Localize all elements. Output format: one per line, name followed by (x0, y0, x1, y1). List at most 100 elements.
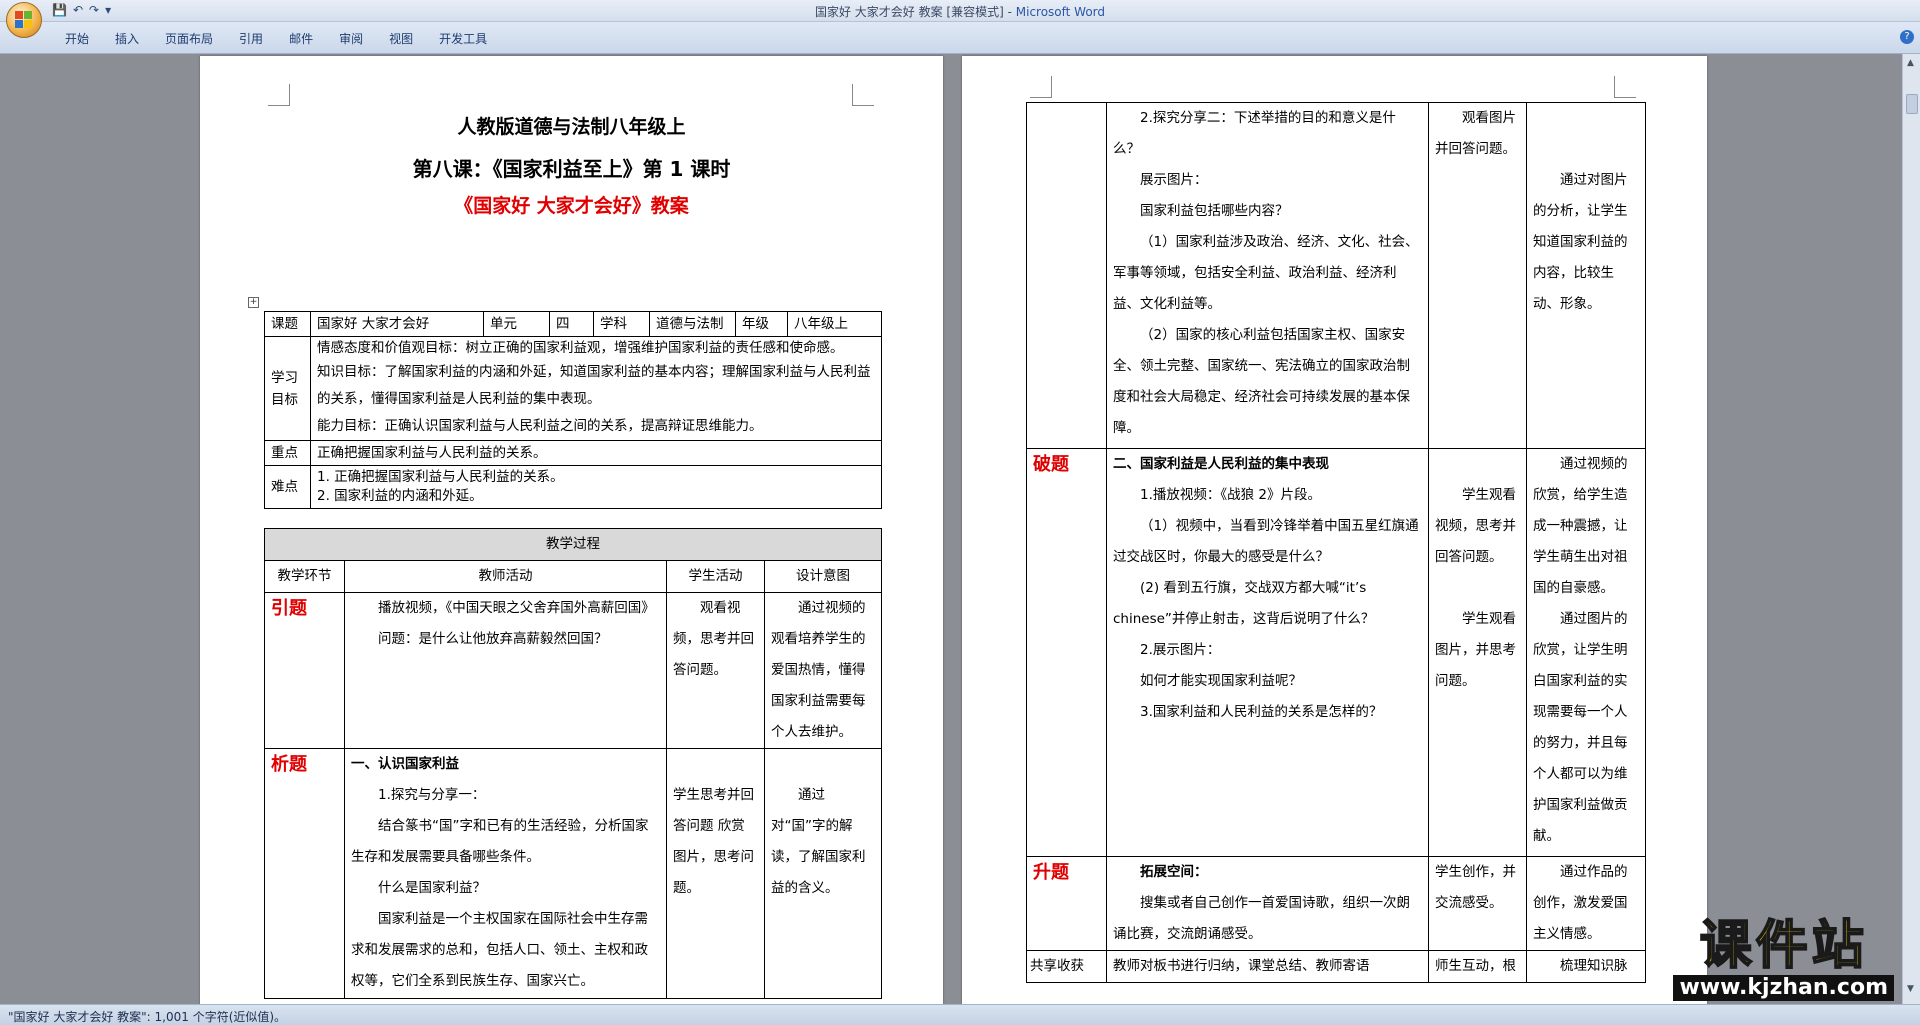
doc-heading-2: 第八课：《国家利益至上》第 1 课时 (412, 157, 731, 181)
stage-intro-student: 观看视频，思考并回答问题。 (666, 592, 765, 749)
student-line: 学生观看图片，并思考问题。 (1435, 611, 1516, 689)
goals-cell: 情感态度和价值观目标：树立正确的国家利益观，增强维护国家利益的责任感和使命感。 … (310, 336, 882, 441)
label-subject: 学科 (593, 311, 650, 337)
intent-line: 通过视频的欣赏，给学生造成一种震撼，让学生萌生出对祖国的自豪感。 (1533, 456, 1628, 596)
watermark-url: www.kjzhan.com (1673, 975, 1894, 1001)
student-line: 学生观看视频，思考并回答问题。 (1435, 487, 1516, 565)
watermark-text: 课件站 (1699, 916, 1868, 976)
p2-cont-intent: 通过对图片的分析，让学生知道国家利益的内容，比较生动、形象。 (1526, 102, 1646, 449)
minimize-button[interactable] (1828, 0, 1858, 20)
stage-break-intent: 通过视频的欣赏，给学生造成一种震撼，让学生萌生出对祖国的自豪感。 通过图片的欣赏… (1526, 448, 1646, 857)
crop-mark (268, 84, 290, 106)
vertical-scrollbar[interactable]: ▲ ▼ (1902, 54, 1920, 1004)
label-unit: 单元 (483, 311, 550, 337)
teacher-line: （1）视频中，当看到冷锋举着中国五星红旗通过交战区时，你最大的感受是什么？ (1113, 518, 1419, 565)
label-key-point: 重点 (264, 440, 311, 466)
office-logo-icon (15, 11, 33, 29)
label-topic: 课题 (264, 311, 311, 337)
teacher-line: 国家利益包括哪些内容？ (1140, 203, 1289, 219)
teacher-title: 拓展空间： (1140, 864, 1208, 880)
doc-heading-3: 《国家好 大家才会好》教案 (454, 195, 689, 217)
doc-heading-1: 人教版道德与法制八年级上 (457, 116, 686, 138)
teacher-line: 1.探究与分享一： (378, 787, 486, 803)
maximize-button[interactable] (1858, 0, 1888, 20)
teaching-process-table-cont: 2.探究分享二：下述举措的目的和意义是什么？ 展示图片： 国家利益包括哪些内容？… (1026, 102, 1646, 983)
stage-intro-intent: 通过视频的观看培养学生的爱国热情，懂得国家利益需要每个人去维护。 (764, 592, 882, 749)
value-subject: 道德与法制 (649, 311, 736, 337)
col-intent: 设计意图 (764, 560, 882, 593)
process-header: 教学过程 (264, 528, 882, 561)
teacher-line: 结合篆书“国”字和已有的生活经验，分析国家生存和发展需要具备哪些条件。 (351, 818, 649, 865)
teacher-line: 展示图片： (1140, 172, 1208, 188)
teacher-title: 二、国家利益是人民利益的集中表现 (1113, 456, 1329, 472)
teaching-process-table: 教学过程 教学环节 教师活动 学生活动 设计意图 引题 播放视频，《中国天眼之父… (264, 528, 882, 999)
teacher-line: 1.播放视频：《战狼 2》片段。 (1140, 487, 1322, 503)
office-button[interactable] (6, 2, 42, 38)
teacher-title: 一、认识国家利益 (351, 756, 459, 772)
scroll-up-icon[interactable]: ▲ (1907, 58, 1914, 68)
stage-intro-name: 引题 (264, 592, 345, 749)
intent-line: 通过图片的欣赏，让学生明白国家利益的实现需要每一个人的努力，并且每个人都可以为维… (1533, 611, 1628, 844)
teacher-line: （2）国家的核心利益包括国家主权、国家安全、领土完整、国家统一、宪法确立的国家政… (1113, 327, 1410, 436)
stage-break-teacher: 二、国家利益是人民利益的集中表现 1.播放视频：《战狼 2》片段。 （1）视频中… (1106, 448, 1429, 857)
help-icon[interactable]: ? (1900, 30, 1914, 44)
document-page-1: 人教版道德与法制八年级上 第八课：《国家利益至上》第 1 课时 《国家好 大家才… (200, 56, 943, 1016)
col-stage: 教学环节 (264, 560, 345, 593)
stage-share-teacher: 教师对板书进行归纳，课堂总结、教师寄语 (1106, 950, 1429, 983)
teacher-line: 国家利益是一个主权国家在国际社会中生存需求和发展需求的总和，包括人口、领土、主权… (351, 911, 648, 989)
status-bar: "国家好 大家才会好 教案": 1,001 个字符(近似值)。 (0, 1004, 1920, 1025)
teacher-line: 播放视频，《中国天眼之父舍弃国外高薪回国》 (378, 600, 655, 616)
teacher-line: 2.探究分享二：下述举措的目的和意义是什么？ (1113, 110, 1396, 157)
teacher-line: 问题：是什么让他放弃高薪毅然回国？ (378, 631, 608, 647)
crop-mark (852, 84, 874, 106)
stage-rise-name: 升题 (1026, 856, 1107, 951)
teacher-line: （1）国家利益涉及政治、经济、文化、社会、军事等领域，包括安全利益、政治利益、经… (1113, 234, 1419, 312)
tab-review[interactable]: 审阅 (326, 30, 376, 47)
close-button[interactable] (1888, 0, 1918, 20)
stage-rise-teacher: 拓展空间： 搜集或者自己创作一首爱国诗歌，组织一次朗诵比赛，交流朗诵感受。 (1106, 856, 1429, 951)
value-grade: 八年级上 (787, 311, 882, 337)
label-grade: 年级 (735, 311, 788, 337)
tab-insert[interactable]: 插入 (102, 30, 152, 47)
teacher-line: 如何才能实现国家利益呢？ (1140, 673, 1302, 689)
label-difficulty: 难点 (264, 465, 311, 509)
goal-line: 情感态度和价值观目标：树立正确的国家利益观，增强维护国家利益的责任感和使命感。 (317, 340, 844, 356)
stage-share-intent: 梳理知识脉 (1526, 950, 1646, 983)
label-goals: 学习目标 (264, 336, 311, 441)
document-page-2: 2.探究分享二：下述举措的目的和意义是什么？ 展示图片： 国家利益包括哪些内容？… (962, 56, 1707, 1016)
tab-mailings[interactable]: 邮件 (276, 30, 326, 47)
goal-line: 知识目标：了解国家利益的内涵和外延，知道国家利益的基本内容；理解国家利益与人民利… (317, 364, 871, 407)
teacher-line: 3.国家利益和人民利益的关系是怎样的？ (1140, 704, 1383, 720)
col-teacher: 教师活动 (344, 560, 667, 593)
stage-share-student: 师生互动，根 (1428, 950, 1527, 983)
teacher-line: 搜集或者自己创作一首爱国诗歌，组织一次朗诵比赛，交流朗诵感受。 (1113, 895, 1410, 942)
stage-share-name: 共享收获 (1026, 950, 1107, 983)
watermark: 课件站 www.kjzhan.com (1673, 916, 1894, 1001)
ribbon-tabs: 开始 插入 页面布局 引用 邮件 审阅 视图 开发工具 (52, 30, 500, 47)
tab-references[interactable]: 引用 (226, 30, 276, 47)
tab-view[interactable]: 视图 (376, 30, 426, 47)
window-controls (1828, 0, 1918, 20)
scroll-thumb[interactable] (1906, 94, 1918, 114)
tab-page-layout[interactable]: 页面布局 (152, 30, 226, 47)
stage-cont-name (1026, 102, 1107, 449)
stage-rise-student: 学生创作，并交流感受。 (1428, 856, 1527, 951)
window-title: 国家好 大家才会好 教案 [兼容模式] - Microsoft Word (814, 5, 1106, 19)
teacher-line: 什么是国家利益？ (378, 880, 486, 896)
stage-analysis-teacher: 一、认识国家利益 1.探究与分享一： 结合篆书“国”字和已有的生活经验，分析国家… (344, 748, 667, 999)
stage-intro-teacher: 播放视频，《中国天眼之父舍弃国外高薪回国》 问题：是什么让他放弃高薪毅然回国？ (344, 592, 667, 749)
value-unit: 四 (549, 311, 594, 337)
stage-analysis-name: 析题 (264, 748, 345, 999)
stage-rise-intent: 通过作品的创作，激发爱国主义情感。 (1526, 856, 1646, 951)
table-move-handle-icon[interactable]: + (248, 297, 259, 308)
scroll-down-icon[interactable]: ▼ (1907, 984, 1914, 994)
status-text: "国家好 大家才会好 教案": 1,001 个字符(近似值)。 (8, 1010, 287, 1024)
teacher-line: 2.展示图片： (1140, 642, 1221, 658)
stage-analysis-student: 学生思考并回答问题 欣赏图片，思考问题。 (666, 748, 765, 999)
tab-developer[interactable]: 开发工具 (426, 30, 500, 47)
title-bar: 💾 ↶ ↷ ▾ 国家好 大家才会好 教案 [兼容模式] - Microsoft … (0, 0, 1920, 22)
tab-home[interactable]: 开始 (52, 30, 102, 47)
stage-break-name: 破题 (1026, 448, 1107, 857)
difficulty-cell: 1. 正确把握国家利益与人民利益的关系。 2. 国家利益的内涵和外延。 (310, 465, 882, 509)
col-student: 学生活动 (666, 560, 765, 593)
